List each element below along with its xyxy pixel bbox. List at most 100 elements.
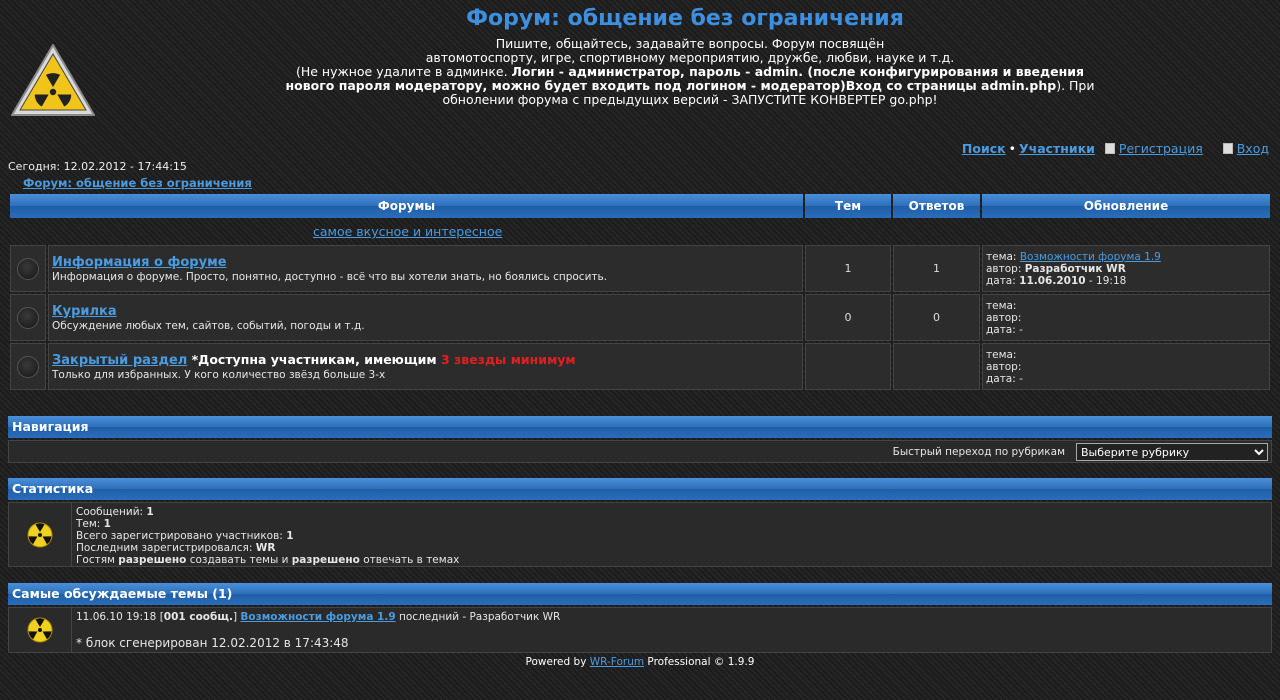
footer: Powered by WR-Forum Professional © 1.9.9 <box>0 656 1280 668</box>
replies-count <box>893 343 980 390</box>
update-date-label: дата: - <box>986 372 1023 385</box>
forum-status-icon <box>17 355 39 378</box>
navigation-header: Навигация <box>8 416 1272 438</box>
update-time: - 19:18 <box>1085 274 1127 287</box>
hot-topic-link[interactable]: Возможности форума 1.9 <box>240 611 395 623</box>
site-description: Пишите, общайтесь, задавайте вопросы. Фо… <box>280 37 1100 107</box>
stats-icon-cell <box>9 503 72 566</box>
guests-permission: разрешено <box>118 554 187 566</box>
update-date: 11.06.2010 <box>1019 274 1086 287</box>
top-navigation: Поиск • Участники Регистрация Вход <box>962 141 1269 156</box>
desc-line2: автомотоспорту, игре, спортивному меропр… <box>425 50 955 65</box>
messages-count: 1 <box>146 506 154 518</box>
current-date: Сегодня: 12.02.2012 - 17:44:15 <box>8 160 187 173</box>
desc-text: (Не нужное удалите в админке. <box>295 64 512 79</box>
forum-description: Информация о форуме. Просто, понятно, до… <box>52 270 608 283</box>
statistics-panel: Сообщений: 1 Тем: 1 Всего зарегистрирова… <box>8 502 1272 567</box>
footer-suffix: Professional © 1.9.9 <box>644 656 755 668</box>
users-label: Всего зарегистрировано участников: <box>76 530 287 542</box>
radiation-icon <box>27 522 53 547</box>
separator-dot: • <box>1008 141 1016 156</box>
update-date-label: дата: <box>986 274 1016 287</box>
forum-status-icon <box>17 257 39 280</box>
users-count: 1 <box>286 530 294 542</box>
register-link[interactable]: Регистрация <box>1119 141 1203 156</box>
access-note: *Доступна участникам, имеющим <box>187 352 441 367</box>
radiation-icon <box>27 617 53 643</box>
hot-topic-entry: 11.06.10 19:18 [001 сообщ.] Возможности … <box>76 611 560 623</box>
forum-link[interactable]: Закрытый раздел <box>52 353 187 368</box>
update-author-label: автор: <box>986 262 1022 275</box>
forum-cell: Закрытый раздел *Доступна участникам, им… <box>48 343 803 390</box>
forum-cell: Информация о форуме Информация о форуме.… <box>48 245 803 292</box>
hot-topic-date: 11.06.10 19:18 [ <box>76 611 164 623</box>
replies-count: 0 <box>893 294 980 341</box>
category-row: самое вкусное и интересное <box>10 220 1270 243</box>
topics-count-total: 1 <box>103 518 111 530</box>
forum-status-icon <box>17 306 39 329</box>
desc-line3: (Не нужное удалите в админке. Логин - ад… <box>280 65 1100 107</box>
forum-description: Обсуждение любых тем, сайтов, событий, п… <box>52 319 365 332</box>
topics-count: 0 <box>805 294 891 341</box>
navigation-panel: Быстрый переход по рубрикам Выберите руб… <box>8 440 1272 463</box>
forum-cell: Курилка Обсуждение любых тем, сайтов, со… <box>48 294 803 341</box>
status-cell <box>10 245 46 292</box>
status-cell <box>10 343 46 390</box>
last-user: WR <box>255 542 276 554</box>
last-topic-link[interactable]: Возможности форума 1.9 <box>1020 251 1161 263</box>
table-header-row: Форумы Тем Ответов Обновление <box>10 194 1270 218</box>
update-date-label: дата: - <box>986 323 1023 336</box>
breadcrumb[interactable]: Форум: общение без ограничения <box>23 176 252 190</box>
update-topic-label: тема: <box>986 299 1017 312</box>
replies-count: 1 <box>893 245 980 292</box>
rubric-select[interactable]: Выберите рубрику <box>1076 443 1268 461</box>
hot-icon-cell <box>9 608 72 652</box>
forum-link[interactable]: Информация о форуме <box>52 255 227 270</box>
statistics-header: Статистика <box>8 478 1272 500</box>
guests-text: отвечать в темах <box>359 554 460 566</box>
update-cell: тема: Возможности форума 1.9 автор: Разр… <box>982 245 1270 292</box>
topics-count <box>805 343 891 390</box>
login-icon <box>1222 143 1233 154</box>
site-title: Форум: общение без ограничения <box>466 6 904 31</box>
last-user-label: Последним зарегистрировался: <box>76 542 256 554</box>
desc-line1: Пишите, общайтесь, задавайте вопросы. Фо… <box>495 36 885 51</box>
category-cell: самое вкусное и интересное <box>10 220 1270 243</box>
register-icon <box>1104 143 1115 154</box>
table-row: Закрытый раздел *Доступна участникам, им… <box>10 343 1270 390</box>
forum-link[interactable]: Курилка <box>52 304 117 319</box>
messages-label: Сообщений: <box>76 506 147 518</box>
radiation-sign-icon <box>11 44 95 116</box>
header-topics: Тем <box>805 194 891 218</box>
header-forums: Форумы <box>10 194 803 218</box>
footer-prefix: Powered by <box>525 656 590 668</box>
update-author-label: автор: <box>986 311 1022 324</box>
generated-note: * блок сгенерирован 12.02.2012 в 17:43:4… <box>76 636 349 650</box>
forum-description: Только для избранных. У кого количество … <box>52 369 386 381</box>
guests-text: Гостям <box>76 554 119 566</box>
update-topic-label: тема: <box>986 250 1017 263</box>
header-replies: Ответов <box>893 194 980 218</box>
hot-topic-last: последний - Разработчик WR <box>395 611 561 623</box>
update-author-label: автор: <box>986 360 1022 373</box>
update-author: Разработчик WR <box>1024 262 1126 275</box>
topics-label: Тем: <box>76 518 104 530</box>
category-link[interactable]: самое вкусное и интересное <box>313 224 502 239</box>
hot-topics-panel: 11.06.10 19:18 [001 сообщ.] Возможности … <box>8 607 1272 653</box>
guests-text: создавать темы и <box>186 554 292 566</box>
footer-link[interactable]: WR-Forum <box>590 656 644 668</box>
table-row: Информация о форуме Информация о форуме.… <box>10 245 1270 292</box>
guests-permission: разрешено <box>291 554 360 566</box>
quick-jump-label: Быстрый переход по рубрикам <box>892 446 1065 458</box>
login-link[interactable]: Вход <box>1237 141 1269 156</box>
access-requirement: 3 звезды минимум <box>440 352 576 367</box>
table-row: Курилка Обсуждение любых тем, сайтов, со… <box>10 294 1270 341</box>
statistics-text: Сообщений: 1 Тем: 1 Всего зарегистрирова… <box>76 506 459 566</box>
topics-count: 1 <box>805 245 891 292</box>
status-cell <box>10 294 46 341</box>
update-topic-label: тема: <box>986 348 1017 361</box>
hot-topic-count: 001 сообщ. <box>163 611 233 623</box>
forums-table: Форумы Тем Ответов Обновление самое вкус… <box>8 192 1272 392</box>
members-link[interactable]: Участники <box>1019 141 1095 156</box>
search-link[interactable]: Поиск <box>962 141 1006 156</box>
